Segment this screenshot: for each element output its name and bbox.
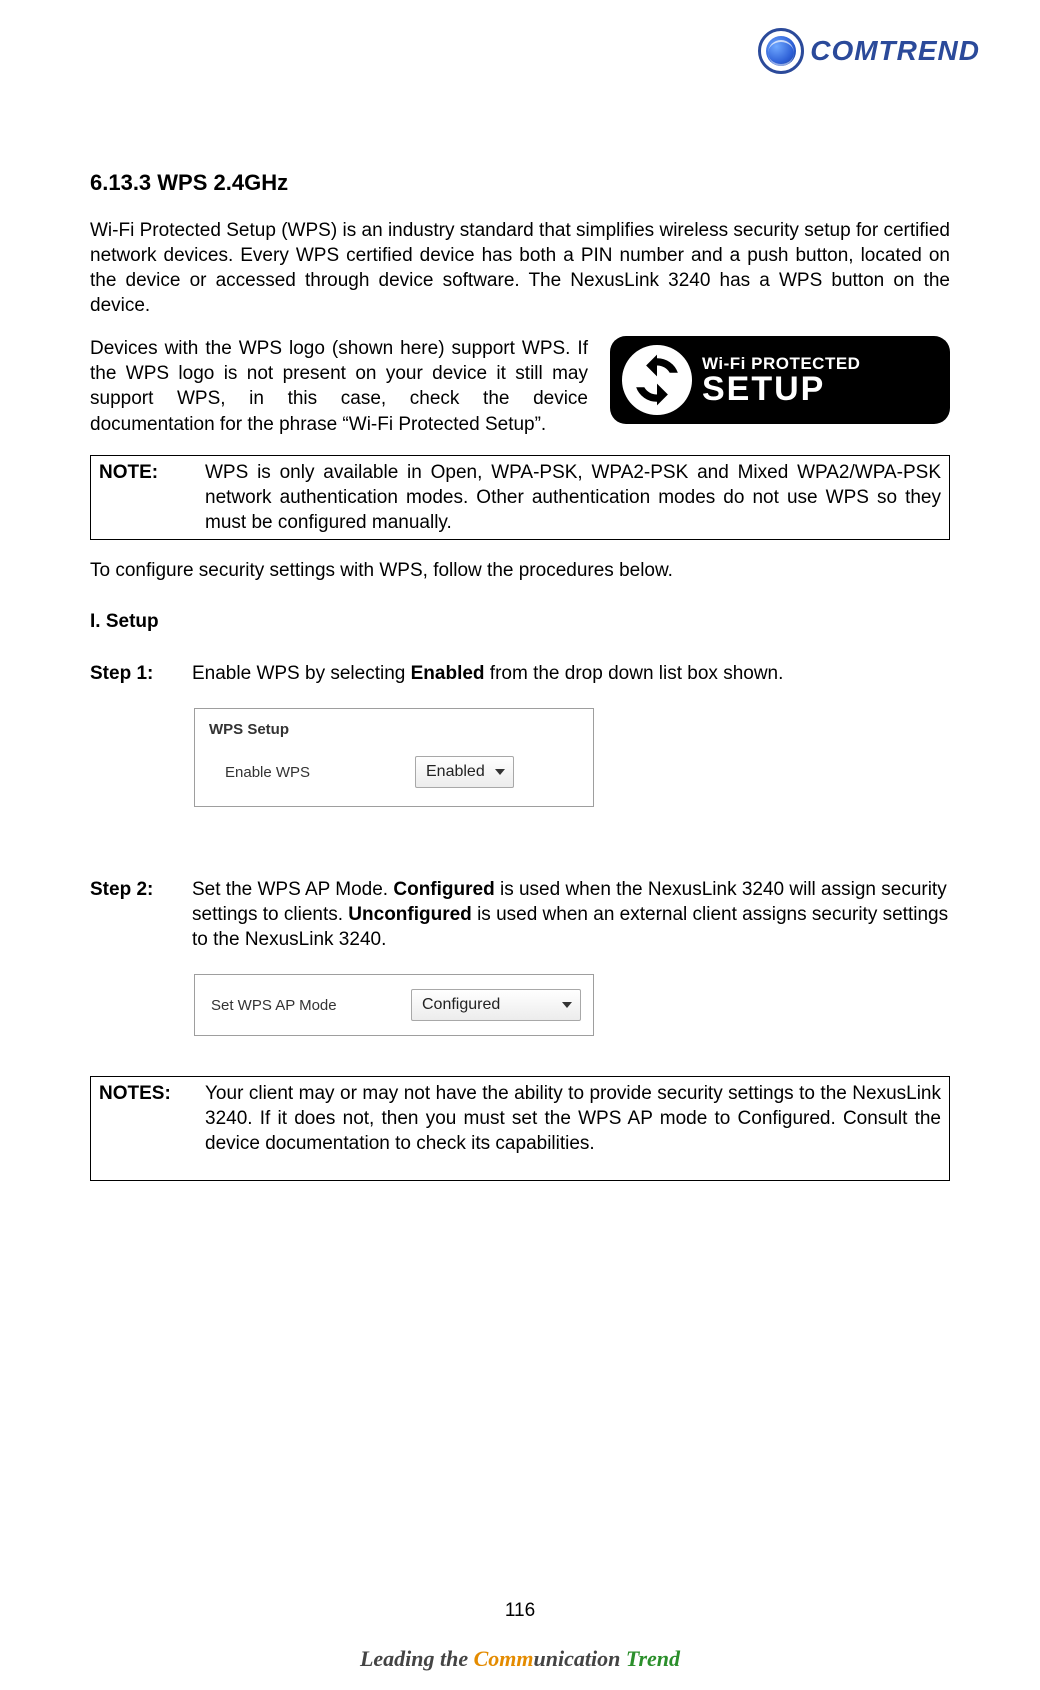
step-1-label: Step 1: xyxy=(90,661,178,686)
footer-t4: Trend xyxy=(626,1646,680,1671)
globe-icon xyxy=(758,28,804,74)
wps-ap-mode-value: Configured xyxy=(422,996,500,1014)
wps-ap-mode-select[interactable]: Configured xyxy=(411,989,581,1021)
step-2-t1: Set the WPS AP Mode. xyxy=(192,879,393,900)
notes-body: Your client may or may not have the abil… xyxy=(205,1081,941,1156)
wifi-protected-setup-logo: Wi-Fi PROTECTED SETUP xyxy=(610,336,950,424)
wps-setup-panel: WPS Setup Enable WPS Enabled xyxy=(194,708,594,807)
step-2-b2: Unconfigured xyxy=(348,904,472,925)
step-2-body: Set the WPS AP Mode. Configured is used … xyxy=(192,877,950,952)
wps-logo-line2: SETUP xyxy=(702,372,860,406)
configure-line: To configure security settings with WPS,… xyxy=(90,558,950,583)
enable-wps-select[interactable]: Enabled xyxy=(415,756,514,788)
step-1: Step 1: Enable WPS by selecting Enabled … xyxy=(90,661,950,686)
footer-t3: unication xyxy=(534,1646,626,1671)
section-heading: 6.13.3 WPS 2.4GHz xyxy=(90,170,950,196)
step-1-body: Enable WPS by selecting Enabled from the… xyxy=(192,661,950,686)
wps-ap-mode-label: Set WPS AP Mode xyxy=(211,997,411,1014)
wps-ap-mode-panel: Set WPS AP Mode Configured xyxy=(194,974,594,1036)
footer-t2: Comm xyxy=(474,1646,534,1671)
step-1-text-pre: Enable WPS by selecting xyxy=(192,663,411,684)
step-2-label: Step 2: xyxy=(90,877,178,952)
chevron-down-icon xyxy=(562,1002,572,1008)
enable-wps-value: Enabled xyxy=(426,763,485,781)
step-2-b1: Configured xyxy=(393,879,494,900)
brand-name: COMTREND xyxy=(810,35,980,67)
note-box-1: NOTE: WPS is only available in Open, WPA… xyxy=(90,455,950,540)
enable-wps-label: Enable WPS xyxy=(225,764,415,781)
brand-logo: COMTREND xyxy=(758,28,980,74)
step-2: Step 2: Set the WPS AP Mode. Configured … xyxy=(90,877,950,952)
intro-paragraph: Wi-Fi Protected Setup (WPS) is an indust… xyxy=(90,218,950,318)
notes-label: NOTES: xyxy=(99,1081,187,1156)
note-label: NOTE: xyxy=(99,460,187,535)
footer-tagline: Leading the Communication Trend xyxy=(0,1646,1040,1672)
wps-arrows-icon xyxy=(622,345,692,415)
note-box-2: NOTES: Your client may or may not have t… xyxy=(90,1076,950,1181)
step-1-bold: Enabled xyxy=(411,663,485,684)
step-1-text-post: from the drop down list box shown. xyxy=(485,663,784,684)
chevron-down-icon xyxy=(495,769,505,775)
page-number: 116 xyxy=(0,1600,1040,1622)
wps-setup-panel-title: WPS Setup xyxy=(209,721,579,738)
setup-heading: I. Setup xyxy=(90,611,950,633)
note-body: WPS is only available in Open, WPA-PSK, … xyxy=(205,460,941,535)
footer-t1: Leading the xyxy=(360,1646,474,1671)
wps-logo-paragraph: Devices with the WPS logo (shown here) s… xyxy=(90,336,588,436)
